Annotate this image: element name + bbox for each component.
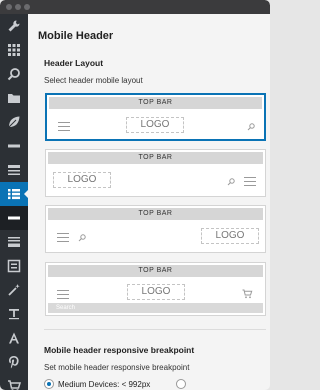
hamburger-icon xyxy=(57,290,69,300)
breakpoint-option-label: Medium Devices: < 992px xyxy=(58,379,151,389)
cart-icon xyxy=(8,380,21,390)
text-icon xyxy=(9,309,19,320)
header-bar-icon xyxy=(8,165,20,175)
widget-icon xyxy=(7,259,21,273)
sidebar-item-footer[interactable] xyxy=(0,230,28,254)
sidebar-item-search[interactable] xyxy=(0,62,28,86)
hamburger-icon xyxy=(58,122,70,132)
layout-option-1[interactable]: TOP BAR LOGO xyxy=(45,93,266,141)
layout-option-2[interactable]: TOP BAR LOGO xyxy=(45,149,266,197)
magic-wand-icon xyxy=(8,284,20,296)
grid-icon xyxy=(8,44,20,56)
search-bar-preview: Search xyxy=(48,303,263,313)
window-minimize-dot[interactable] xyxy=(15,4,21,10)
pinterest-icon xyxy=(9,356,19,369)
header-layout-description: Select header mobile layout xyxy=(44,76,143,85)
window-close-dot[interactable] xyxy=(6,4,12,10)
font-icon xyxy=(9,332,19,344)
sidebar-item-typography[interactable] xyxy=(0,302,28,326)
sidebar-item-social[interactable] xyxy=(0,350,28,374)
cart-icon xyxy=(242,289,253,299)
logo-placeholder: LOGO xyxy=(127,284,185,300)
sidebar-item-mobile-header[interactable] xyxy=(0,182,29,206)
sidebar-item-leaf[interactable] xyxy=(0,110,28,134)
breakpoint-description: Set mobile header responsive breakpoint xyxy=(44,363,190,372)
sidebar-item-layout[interactable] xyxy=(0,38,28,62)
footer-icon xyxy=(8,237,20,247)
radio-button-selected[interactable] xyxy=(44,379,54,389)
layout-option-3[interactable]: TOP BAR LOGO xyxy=(45,205,266,253)
breakpoint-title: Mobile header responsive breakpoint xyxy=(44,345,195,355)
main-panel: Mobile Header Header Layout Select heade… xyxy=(28,14,270,390)
minus-bar-icon xyxy=(8,216,20,220)
search-icon xyxy=(78,234,86,242)
hamburger-icon xyxy=(57,233,69,243)
hamburger-icon xyxy=(244,177,256,187)
breakpoint-option-medium[interactable]: Medium Devices: < 992px xyxy=(44,378,164,390)
logo-placeholder: LOGO xyxy=(201,228,259,244)
wrench-icon xyxy=(8,20,20,32)
topbar-preview: TOP BAR xyxy=(48,152,263,164)
logo-placeholder: LOGO xyxy=(126,117,184,133)
logo-placeholder: LOGO xyxy=(53,172,111,188)
topbar-preview: TOP BAR xyxy=(49,97,262,109)
window-titlebar xyxy=(0,0,270,14)
search-icon xyxy=(7,68,20,81)
folder-icon xyxy=(8,94,20,103)
topbar-preview: TOP BAR xyxy=(48,208,263,220)
sidebar-item-topbar[interactable] xyxy=(0,134,28,158)
sidebar-item-bar[interactable] xyxy=(0,206,28,230)
layout-option-4[interactable]: TOP BAR LOGO Search xyxy=(45,262,266,316)
minus-bar-icon xyxy=(8,144,20,148)
sidebar-item-shop[interactable] xyxy=(0,374,28,390)
sidebar-item-tools[interactable] xyxy=(0,14,28,38)
sidebar-item-folder[interactable] xyxy=(0,86,28,110)
topbar-preview: TOP BAR xyxy=(48,265,263,277)
section-divider xyxy=(44,329,266,330)
breakpoint-option-2-radio[interactable] xyxy=(176,379,186,389)
list-icon xyxy=(8,189,20,200)
sidebar-item-header[interactable] xyxy=(0,158,28,182)
search-icon xyxy=(227,178,235,186)
window-maximize-dot[interactable] xyxy=(24,4,30,10)
sidebar-item-widget[interactable] xyxy=(0,254,28,278)
header-layout-title: Header Layout xyxy=(44,58,104,68)
page-title: Mobile Header xyxy=(38,30,114,42)
sidebar-item-effects[interactable] xyxy=(0,278,28,302)
sidebar-item-fonts[interactable] xyxy=(0,326,28,350)
search-icon xyxy=(247,123,255,131)
app-window: Mobile Header Header Layout Select heade… xyxy=(0,0,270,390)
sidebar xyxy=(0,14,29,390)
leaf-icon xyxy=(8,116,20,128)
